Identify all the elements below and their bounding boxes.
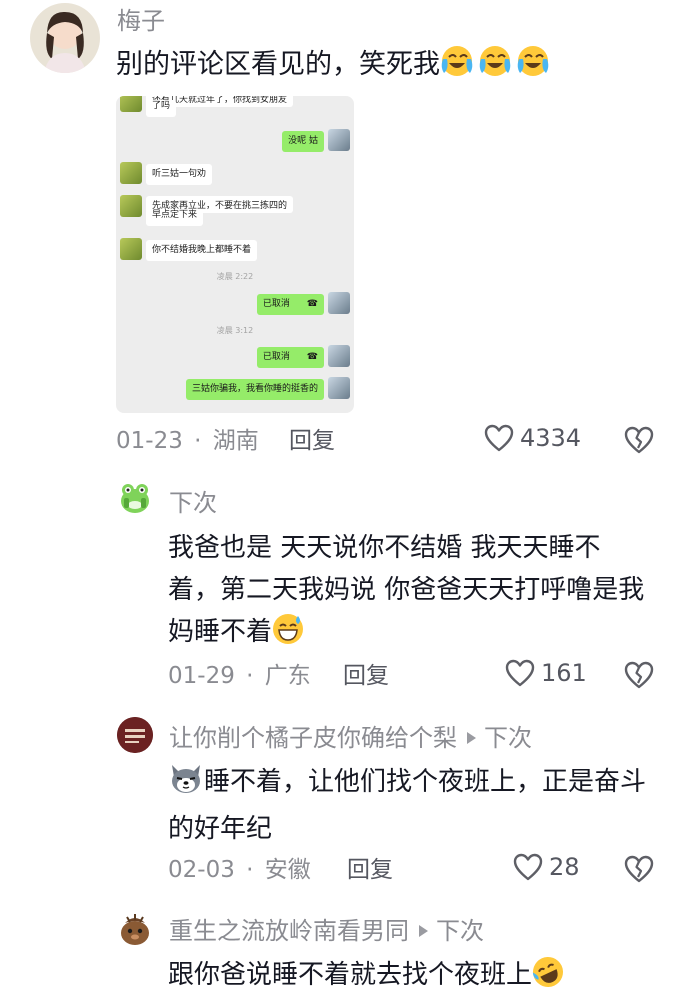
comment-text-body: 我爸也是 天天说你不结婚 我天天睡不着，第二天我妈说 你爸爸天天打呼噜是我妈睡不…: [168, 533, 645, 647]
comment-text-body: 睡不着，让他们找个夜班上，正是奋斗的好年纪: [168, 767, 647, 844]
avatar[interactable]: [117, 717, 153, 753]
username: 让你削个橘子皮你确给个梨 下次: [169, 723, 532, 753]
avatar[interactable]: [30, 3, 100, 73]
like-count: 4334: [520, 424, 582, 452]
comment-text: 跟你爸说睡不着就去找个夜班上: [168, 954, 650, 1001]
avatar[interactable]: [117, 481, 153, 517]
comment-meta: 02-03 · 安徽: [168, 855, 311, 885]
reply-author-name[interactable]: 重生之流放岭南看男同: [169, 917, 409, 945]
broken-heart-icon: [624, 855, 654, 883]
reply-target-name[interactable]: 下次: [436, 917, 484, 945]
chat-message: 早点定下来: [146, 209, 204, 226]
broken-heart-icon: [624, 661, 654, 689]
heart-icon: [484, 424, 514, 452]
like-button[interactable]: 161: [505, 659, 587, 687]
chat-message: 已取消 ☎: [256, 294, 324, 315]
comment-meta: 01-23 · 湖南: [116, 426, 259, 456]
rofl-emoji: [532, 956, 564, 1001]
chat-message: 三姑你骗我，我看你睡的挺香的: [185, 379, 324, 400]
reply-arrow-icon: [419, 925, 428, 937]
username[interactable]: 下次: [169, 488, 217, 518]
chat-message: 已取消 ☎: [256, 347, 324, 368]
reply-button[interactable]: 回复: [289, 426, 335, 456]
reply-button[interactable]: 回复: [347, 855, 393, 885]
reply-target-name[interactable]: 下次: [484, 724, 532, 752]
reply-button[interactable]: 回复: [343, 661, 389, 691]
comment-location: 安徽: [264, 857, 311, 883]
chat-message: 没呢 姑: [282, 131, 324, 152]
chat-timestamp: 凌晨 2:22: [216, 272, 254, 281]
broken-heart-icon: [624, 426, 654, 454]
husky-emoji: [168, 761, 204, 808]
like-count: 161: [541, 659, 587, 687]
dislike-button[interactable]: [624, 426, 654, 458]
comment-location: 湖南: [212, 428, 259, 454]
username: 重生之流放岭南看男同 下次: [169, 916, 484, 946]
like-button[interactable]: 28: [513, 853, 580, 881]
dislike-button[interactable]: [624, 855, 654, 887]
comment-text-body: 跟你爸说睡不着就去找个夜班上: [168, 960, 533, 990]
like-count: 28: [549, 853, 580, 881]
like-button[interactable]: 4334: [484, 424, 581, 452]
comment-text-body: 别的评论区看见的，笑死我: [116, 49, 440, 80]
heart-icon: [505, 659, 535, 687]
crying-laughing-emoji: [440, 44, 554, 91]
comment-date: 01-29: [168, 663, 235, 689]
reply-arrow-icon: [467, 732, 476, 744]
dislike-button[interactable]: [624, 661, 654, 693]
comment-text: 我爸也是 天天说你不结婚 我天天睡不着，第二天我妈说 你爸爸天天打呼噜是我妈睡不…: [168, 527, 650, 658]
comment-text: 别的评论区看见的，笑死我: [116, 44, 554, 91]
meta-separator: ·: [194, 428, 202, 454]
heart-icon: [513, 853, 543, 881]
chat-message: 你不结婚我晚上都睡不着: [146, 240, 258, 261]
meta-separator: ·: [246, 857, 254, 883]
comment-date: 01-23: [116, 428, 183, 454]
chat-screenshot-image[interactable]: 还有几天就过年了，你找到女朋友 了吗 没呢 姑 听三姑一句劝 先成家再立业，不要…: [116, 96, 354, 413]
reply-author-name[interactable]: 让你削个橘子皮你确给个梨: [169, 724, 457, 752]
username[interactable]: 梅子: [117, 6, 165, 36]
chat-timestamp: 凌晨 3:12: [216, 326, 254, 335]
meta-separator: ·: [246, 663, 254, 689]
chat-message: 听三姑一句劝: [146, 164, 213, 185]
comment-meta: 01-29 · 广东: [168, 661, 311, 691]
chat-message: 了吗: [146, 100, 177, 117]
comment-location: 广东: [264, 663, 311, 689]
comment-text: 睡不着，让他们找个夜班上，正是奋斗的好年纪: [168, 761, 650, 850]
avatar[interactable]: [117, 911, 153, 947]
grinning-sweat-emoji: [272, 613, 304, 658]
comment-date: 02-03: [168, 857, 235, 883]
